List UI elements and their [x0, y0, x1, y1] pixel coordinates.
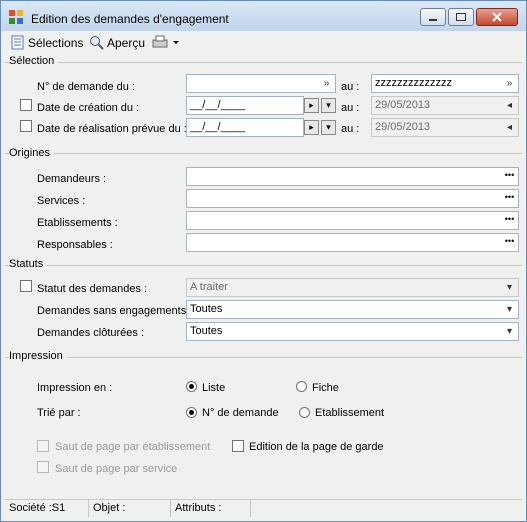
- au-label: au :: [341, 102, 360, 114]
- calendar-icon[interactable]: ▸: [304, 98, 319, 113]
- section-selection: Sélection: [9, 55, 59, 67]
- creation-from-input[interactable]: __/__/____: [186, 96, 304, 115]
- num-demande-radio[interactable]: [186, 407, 197, 418]
- status-empty: [251, 500, 522, 517]
- double-chevron-icon[interactable]: »: [502, 76, 517, 91]
- statut-label: Statut des demandes :: [37, 283, 148, 295]
- calendar-icon[interactable]: ◂: [502, 120, 517, 135]
- main-window: Edition des demandes d'engagement Sélect…: [0, 0, 527, 522]
- services-label: Services :: [37, 195, 86, 207]
- num-demande-option-label: N° de demande: [202, 407, 279, 419]
- objet-status: Objet :: [89, 500, 171, 517]
- ellipsis-icon[interactable]: •••: [502, 169, 517, 184]
- responsables-input[interactable]: •••: [186, 233, 519, 252]
- printer-icon: [152, 35, 168, 48]
- services-input[interactable]: •••: [186, 189, 519, 208]
- calendar-icon[interactable]: ◂: [502, 98, 517, 113]
- liste-radio[interactable]: [186, 381, 197, 392]
- section-origines: Origines: [9, 147, 54, 159]
- selections-button[interactable]: Sélections: [11, 35, 83, 50]
- responsables-label: Responsables :: [37, 239, 113, 251]
- calendar-icon[interactable]: ▸: [304, 120, 319, 135]
- au-label: au :: [341, 123, 360, 135]
- app-icon: [9, 10, 23, 24]
- apercu-button[interactable]: Aperçu: [89, 35, 145, 50]
- section-statuts: Statuts: [9, 258, 48, 270]
- section-impression: Impression: [9, 350, 67, 362]
- window-title: Edition des demandes d'engagement: [31, 12, 229, 26]
- minimize-icon: [429, 19, 437, 21]
- ellipsis-icon[interactable]: •••: [502, 213, 517, 228]
- close-button[interactable]: [476, 8, 518, 26]
- saut-etab-checkbox[interactable]: [37, 440, 49, 452]
- creation-to-input[interactable]: 29/05/2013 ◂: [371, 96, 519, 115]
- creation-label: Date de création du :: [37, 102, 140, 114]
- ellipsis-icon[interactable]: •••: [502, 235, 517, 250]
- title-bar: Edition des demandes d'engagement: [1, 1, 526, 31]
- etablissements-label: Etablissements :: [37, 217, 118, 229]
- realisation-label: Date de réalisation prévue du :: [37, 123, 187, 135]
- magnifier-icon: [90, 36, 104, 50]
- au-label: au :: [341, 81, 360, 93]
- fiche-radio[interactable]: [296, 381, 307, 392]
- section-divider: [5, 357, 522, 358]
- chevron-down-icon[interactable]: ▾: [502, 324, 517, 339]
- print-button[interactable]: [151, 35, 180, 50]
- section-divider: [5, 153, 522, 154]
- liste-label: Liste: [202, 382, 226, 394]
- sans-engagements-label: Demandes sans engagements :: [37, 305, 193, 317]
- ellipsis-icon[interactable]: •••: [502, 191, 517, 206]
- chevron-down-icon[interactable]: ▾: [502, 280, 517, 295]
- close-icon: [492, 12, 502, 22]
- sans-engagements-select[interactable]: Toutes ▾: [186, 300, 519, 319]
- demandeurs-input[interactable]: •••: [186, 167, 519, 186]
- trie-par-label: Trié par :: [37, 407, 81, 419]
- section-divider: [5, 62, 522, 63]
- chevron-down-icon[interactable]: ▾: [321, 120, 336, 135]
- chevron-down-icon: [173, 41, 179, 44]
- etablissements-input[interactable]: •••: [186, 211, 519, 230]
- fiche-label: Fiche: [312, 382, 339, 394]
- maximize-button[interactable]: [448, 8, 474, 26]
- double-chevron-icon[interactable]: »: [319, 76, 334, 91]
- chevron-down-icon[interactable]: ▾: [502, 302, 517, 317]
- minimize-button[interactable]: [420, 8, 446, 26]
- realisation-from-input[interactable]: __/__/____: [186, 118, 304, 137]
- saut-etab-label: Saut de page par établissement: [55, 441, 211, 453]
- status-bar: Société :S1 Objet : Attributs :: [5, 499, 522, 517]
- edition-garde-label: Edition de la page de garde: [249, 441, 384, 453]
- etablissement-radio[interactable]: [299, 407, 310, 418]
- num-demande-label: N° de demande du :: [37, 81, 135, 93]
- selections-label: Sélections: [28, 35, 84, 50]
- societe-status: Société :S1: [5, 500, 89, 517]
- saut-service-checkbox[interactable]: [37, 461, 49, 473]
- impression-en-label: Impression en :: [37, 382, 113, 394]
- etablissement-option-label: Etablissement: [315, 407, 385, 419]
- realisation-checkbox[interactable]: [20, 120, 32, 132]
- cloturees-label: Demandes clôturées :: [37, 327, 144, 339]
- statut-checkbox[interactable]: [20, 280, 32, 292]
- chevron-down-icon[interactable]: ▾: [321, 98, 336, 113]
- realisation-to-input[interactable]: 29/05/2013 ◂: [371, 118, 519, 137]
- maximize-icon: [456, 13, 466, 21]
- saut-service-label: Saut de page par service: [55, 463, 178, 475]
- attributs-status: Attributs :: [171, 500, 251, 517]
- num-to-input[interactable]: zzzzzzzzzzzzzz »: [371, 74, 519, 93]
- demandeurs-label: Demandeurs :: [37, 173, 107, 185]
- toolbar: Sélections Aperçu: [5, 32, 523, 54]
- statut-select[interactable]: A traiter ▾: [186, 278, 519, 297]
- section-divider: [5, 265, 522, 266]
- edition-garde-checkbox[interactable]: [232, 440, 244, 452]
- num-from-input[interactable]: »: [186, 74, 336, 93]
- creation-checkbox[interactable]: [20, 99, 32, 111]
- document-icon: [11, 35, 24, 50]
- cloturees-select[interactable]: Toutes ▾: [186, 322, 519, 341]
- apercu-label: Aperçu: [107, 35, 146, 50]
